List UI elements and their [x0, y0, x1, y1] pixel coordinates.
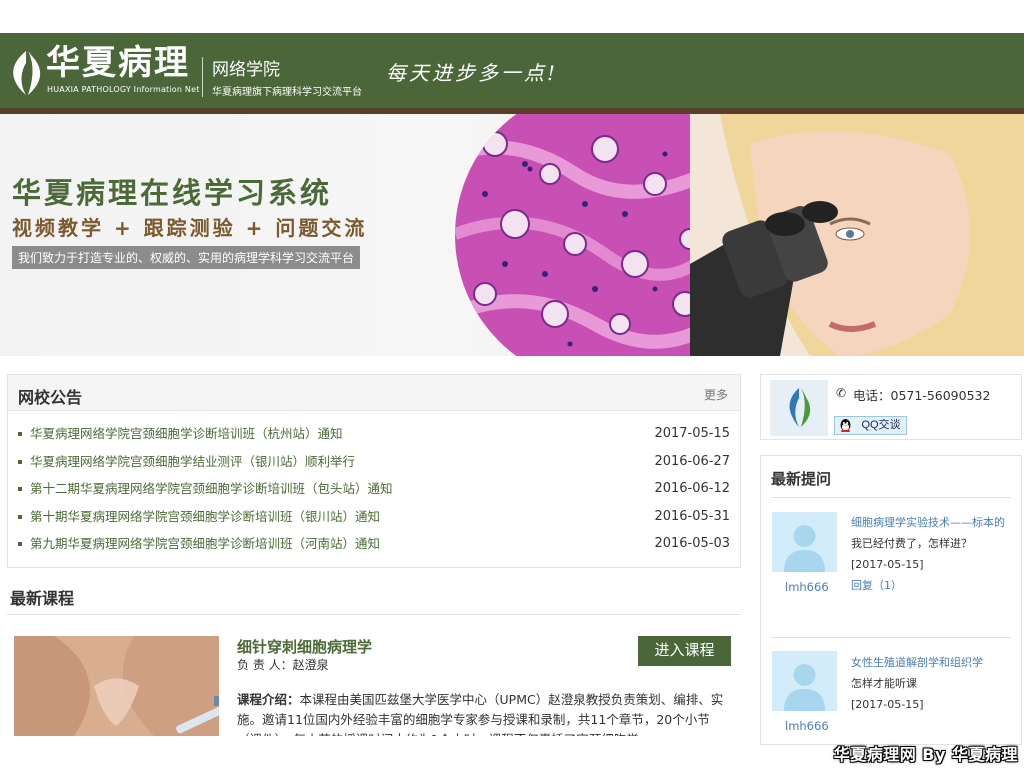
huaxia-logo-small-icon: [789, 388, 811, 427]
notice-item-date: 2017-05-15: [654, 426, 730, 441]
watermark: 华夏病理网 By 华夏病理: [833, 745, 1018, 764]
notice-list: 华夏病理网络学院宫颈细胞学诊断培训班（杭州站）通知 2017-05-15 华夏病…: [8, 411, 740, 563]
qq-penguin-icon: [840, 419, 851, 432]
course-thumbnail-image: [14, 636, 219, 736]
course-thumbnail[interactable]: [14, 636, 219, 736]
notice-item-date: 2016-05-31: [654, 508, 730, 524]
question-user[interactable]: lmh666: [785, 580, 829, 594]
course-intro-text: 本课程由美国匹兹堡大学医学中心（UPMC）赵澄泉教授负责策划、编排、实施。邀请1…: [237, 692, 724, 736]
question-date: [2017-05-15]: [851, 558, 924, 571]
qq-chat-button[interactable]: QQ交谈: [834, 416, 907, 435]
banner-features: 视频教学 + 跟踪测验 + 问题交流: [12, 216, 368, 240]
cell-microscopy-image: [455, 114, 725, 356]
notice-item-date: 2016-06-12: [654, 481, 730, 496]
question-body: 我已经付费了，怎样进？: [851, 537, 972, 550]
enter-course-button[interactable]: 进入课程: [638, 636, 731, 666]
latest-questions-panel: 最新提问 lmh666 细胞病理学实验技术——标本的 我已经付费了，怎样进？ […: [760, 455, 1022, 745]
courses-section-title: 最新课程: [10, 589, 75, 608]
question-separator: [771, 637, 1011, 638]
avatar[interactable]: [772, 512, 837, 572]
notice-item[interactable]: 华夏病理网络学院宫颈细胞学结业测评（银川站）顺利举行 2016-06-27: [8, 453, 740, 481]
course-intro-label: 课程介绍：: [237, 692, 300, 707]
page: 华夏病理 HUAXIA PATHOLOGY Information Net 网络…: [0, 0, 1024, 768]
notice-item[interactable]: 第九期华夏病理网络学院宫颈细胞学诊断培训班（河南站）通知 2016-05-03: [8, 535, 740, 563]
hero-banner: 华夏病理在线学习系统 视频教学 + 跟踪测验 + 问题交流 我们致力于打造专业的…: [0, 114, 1024, 356]
user-avatar-icon: [772, 512, 837, 572]
question-text: 细胞病理学实验技术——标本的 我已经付费了，怎样进？ [2017-05-15] …: [851, 512, 1011, 596]
site-header: 华夏病理 HUAXIA PATHOLOGY Information Net 网络…: [0, 33, 1024, 111]
course-intro: 课程介绍：本课程由美国匹兹堡大学医学中心（UPMC）赵澄泉教授负责策划、编排、实…: [237, 690, 732, 736]
huaxia-logo-icon[interactable]: [6, 49, 46, 97]
courses-divider: [7, 614, 741, 615]
question-title-link[interactable]: 细胞病理学实验技术——标本的: [851, 512, 1011, 533]
notice-item-date: 2016-06-27: [654, 453, 730, 469]
questions-title: 最新提问: [771, 470, 832, 488]
contact-panel: ✆ 电话：0571-56090532 QQ交谈: [760, 374, 1022, 440]
banner-tagline: 我们致力于打造专业的、权威的、实用的病理学科学习交流平台: [12, 246, 361, 269]
question-reply-link[interactable]: 回复（1）: [851, 575, 1011, 596]
notice-item[interactable]: 华夏病理网络学院宫颈细胞学诊断培训班（杭州站）通知 2017-05-15: [8, 425, 740, 453]
notice-item-title[interactable]: 第十二期华夏病理网络学院宫颈细胞学诊断培训班（包头站）通知: [30, 481, 393, 496]
phone-icon: ✆: [836, 386, 847, 400]
notice-more-link[interactable]: 更多: [704, 386, 728, 403]
woman-microscope-image: [690, 114, 1024, 356]
qq-chat-label: QQ交谈: [861, 419, 901, 431]
notice-header: 网校公告 更多: [8, 375, 740, 411]
contact-phone: 电话：0571-56090532: [853, 388, 991, 403]
notice-item[interactable]: 第十期华夏病理网络学院宫颈细胞学诊断培训班（银川站）通知 2016-05-31: [8, 508, 740, 536]
notice-item-title[interactable]: 华夏病理网络学院宫颈细胞学诊断培训班（杭州站）通知: [30, 426, 343, 441]
question-date: [2017-05-15]: [851, 698, 924, 711]
user-avatar-icon: [772, 651, 837, 711]
logo-subtitle: HUAXIA PATHOLOGY Information Net: [47, 85, 200, 94]
course-name[interactable]: 细针穿刺细胞病理学: [237, 636, 372, 657]
questions-divider: [771, 497, 1011, 498]
question-title-link[interactable]: 女性生殖道解剖学和组织学: [851, 652, 1011, 673]
notice-panel: 网校公告 更多 华夏病理网络学院宫颈细胞学诊断培训班（杭州站）通知 2017-0…: [7, 374, 741, 568]
notice-item-date: 2016-05-03: [654, 536, 730, 551]
question-text: 女性生殖道解剖学和组织学 怎样才能听课 [2017-05-15]: [851, 652, 1011, 715]
college-name: 网络学院: [212, 60, 280, 80]
contact-logo: [770, 380, 828, 436]
header-slogan: 每天进步多一点!: [386, 61, 559, 85]
question-user[interactable]: lmh666: [785, 719, 829, 733]
notice-item-title[interactable]: 第十期华夏病理网络学院宫颈细胞学诊断培训班（银川站）通知: [30, 509, 380, 524]
notice-item-title[interactable]: 华夏病理网络学院宫颈细胞学结业测评（银川站）顺利举行: [30, 454, 355, 469]
course-teacher: 负 责 人：赵澄泉: [237, 658, 329, 672]
avatar[interactable]: [772, 651, 837, 711]
notice-item-title[interactable]: 第九期华夏病理网络学院宫颈细胞学诊断培训班（河南站）通知: [30, 536, 380, 551]
question-body: 怎样才能听课: [851, 677, 917, 690]
notice-item[interactable]: 第十二期华夏病理网络学院宫颈细胞学诊断培训班（包头站）通知 2016-06-12: [8, 480, 740, 508]
header-divider: [202, 57, 203, 97]
college-subtitle: 华夏病理旗下病理科学习交流平台: [212, 87, 362, 98]
logo-text[interactable]: 华夏病理: [46, 43, 190, 83]
notice-title: 网校公告: [18, 388, 83, 407]
banner-title: 华夏病理在线学习系统: [12, 176, 333, 210]
